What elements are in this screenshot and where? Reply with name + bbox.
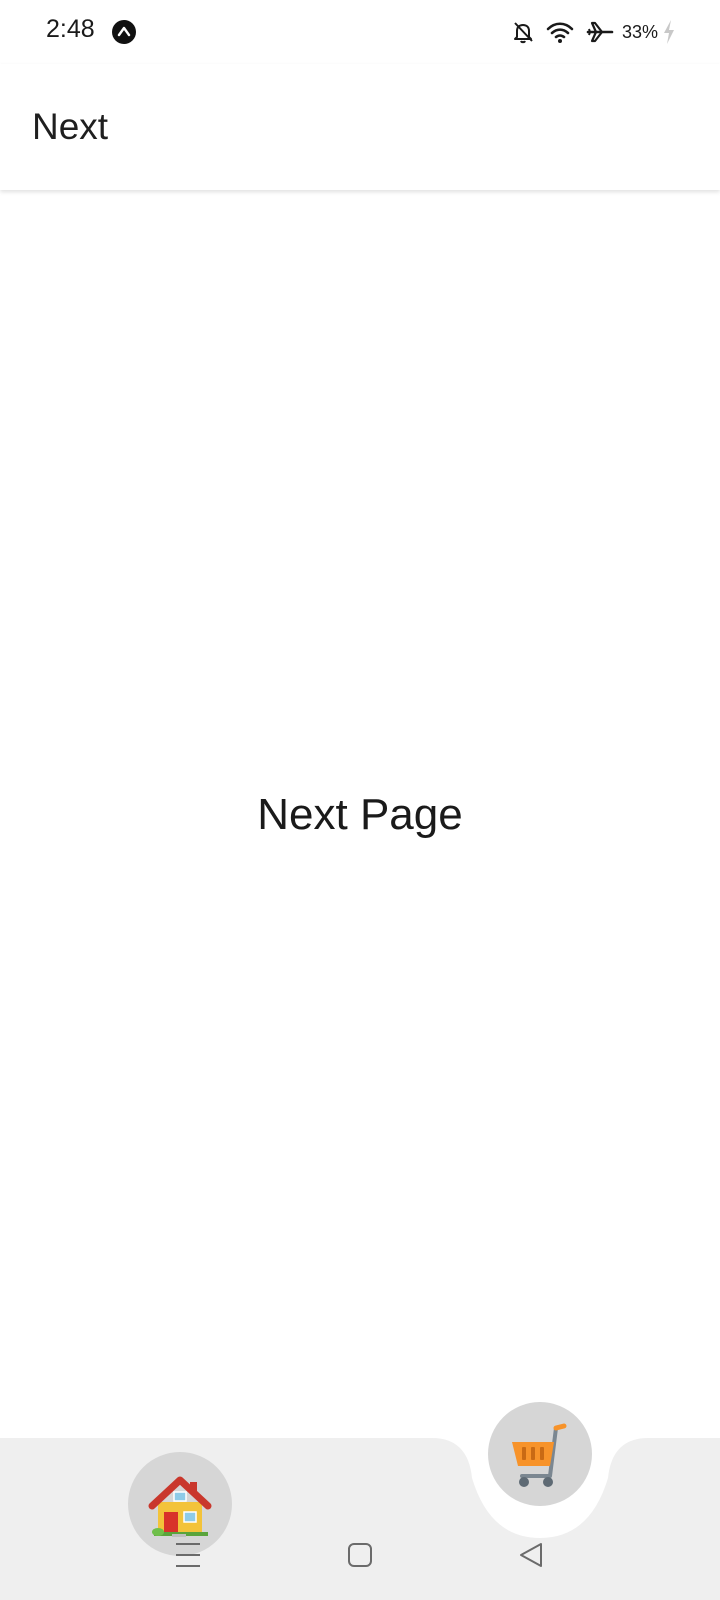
nav-cart-button[interactable]	[488, 1402, 592, 1506]
status-icons: 33%	[500, 18, 676, 46]
screen: 2:48 33% Next Next Page	[0, 0, 720, 1600]
wifi-icon	[546, 22, 574, 43]
system-navigation-bar	[0, 1530, 720, 1580]
page-title: Next	[32, 106, 109, 147]
status-time: 2:48	[46, 15, 95, 43]
home-square-icon[interactable]	[347, 1540, 373, 1570]
back-triangle-icon[interactable]	[518, 1540, 544, 1570]
charging-bolt-icon	[664, 20, 674, 44]
airplane-icon	[586, 21, 614, 43]
battery-percent: 33%	[621, 21, 658, 42]
shopping-cart-icon	[512, 1423, 567, 1487]
center-text: Next Page	[257, 790, 463, 839]
recents-menu-icon[interactable]	[175, 1540, 201, 1570]
up-arrow-badge-icon	[112, 20, 136, 44]
app-bar: Next	[0, 64, 720, 190]
status-bar: 2:48 33%	[0, 0, 720, 64]
bell-off-icon	[513, 22, 533, 44]
